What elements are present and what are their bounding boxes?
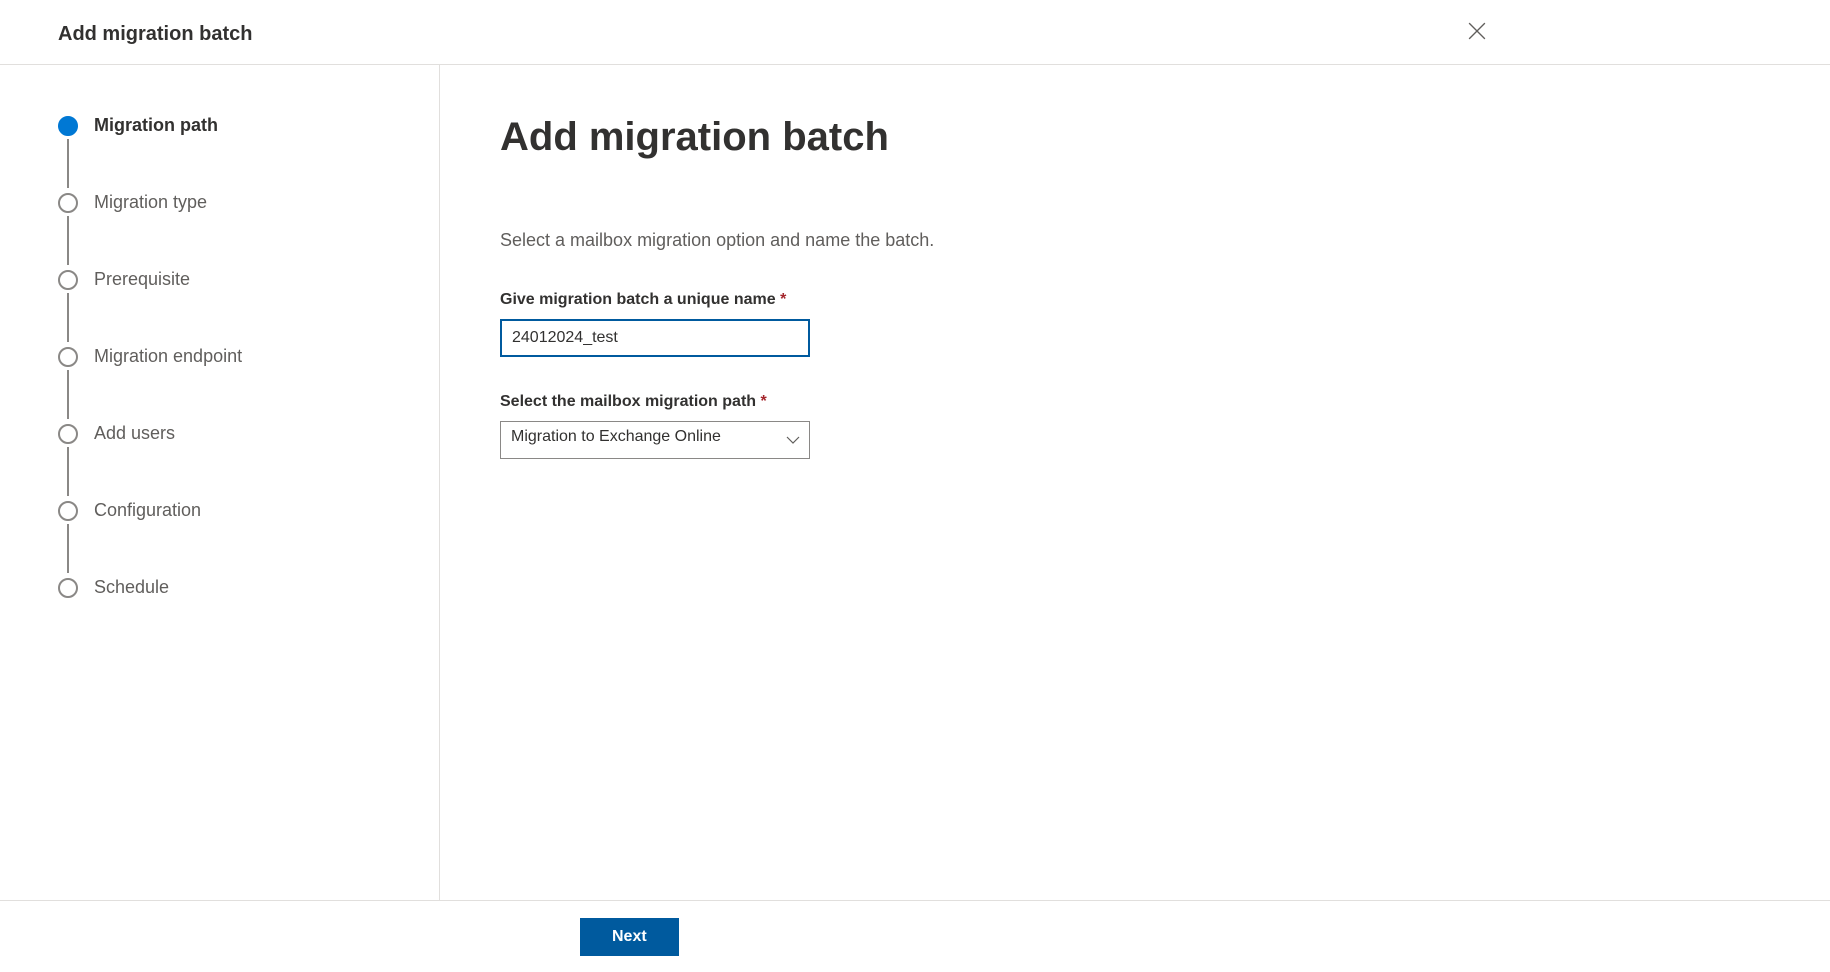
step-add-users[interactable]: Add users xyxy=(58,423,409,500)
dialog-footer: Next xyxy=(0,900,1830,972)
required-indicator: * xyxy=(780,291,786,308)
step-schedule[interactable]: Schedule xyxy=(58,577,409,598)
page-title: Add migration batch xyxy=(500,115,1770,160)
main-container: Migration path Migration type Prerequisi… xyxy=(0,65,1830,911)
required-indicator: * xyxy=(761,393,767,410)
step-label: Migration path xyxy=(94,115,218,136)
step-label: Schedule xyxy=(94,577,169,598)
step-indicator-icon xyxy=(58,578,78,598)
step-indicator-icon xyxy=(58,501,78,521)
label-text: Give migration batch a unique name xyxy=(500,291,776,308)
dialog-title: Add migration batch xyxy=(58,23,252,46)
migration-path-select-wrapper: Migration to Exchange Online xyxy=(500,421,810,459)
step-label: Migration endpoint xyxy=(94,346,242,367)
label-text: Select the mailbox migration path xyxy=(500,393,756,410)
step-migration-path[interactable]: Migration path xyxy=(58,115,409,192)
step-migration-type[interactable]: Migration type xyxy=(58,192,409,269)
step-indicator-icon xyxy=(58,424,78,444)
step-indicator-icon xyxy=(58,193,78,213)
page-description: Select a mailbox migration option and na… xyxy=(500,230,1770,251)
close-button[interactable] xyxy=(1462,16,1492,52)
step-indicator-icon xyxy=(58,270,78,290)
migration-path-label: Select the mailbox migration path * xyxy=(500,393,1770,411)
migration-path-group: Select the mailbox migration path * Migr… xyxy=(500,393,1770,459)
close-icon xyxy=(1468,22,1486,40)
wizard-steps-sidebar: Migration path Migration type Prerequisi… xyxy=(0,65,440,911)
step-indicator-icon xyxy=(58,116,78,136)
step-label: Configuration xyxy=(94,500,201,521)
content-area: Add migration batch Select a mailbox mig… xyxy=(440,65,1830,911)
step-label: Add users xyxy=(94,423,175,444)
step-prerequisite[interactable]: Prerequisite xyxy=(58,269,409,346)
next-button[interactable]: Next xyxy=(580,918,679,956)
step-label: Migration type xyxy=(94,192,207,213)
batch-name-input[interactable] xyxy=(500,319,810,357)
step-migration-endpoint[interactable]: Migration endpoint xyxy=(58,346,409,423)
batch-name-label: Give migration batch a unique name * xyxy=(500,291,1770,309)
migration-path-select[interactable]: Migration to Exchange Online xyxy=(500,421,810,459)
step-configuration[interactable]: Configuration xyxy=(58,500,409,577)
step-list: Migration path Migration type Prerequisi… xyxy=(58,115,409,598)
step-label: Prerequisite xyxy=(94,269,190,290)
step-indicator-icon xyxy=(58,347,78,367)
dialog-header: Add migration batch xyxy=(0,0,1830,65)
batch-name-group: Give migration batch a unique name * xyxy=(500,291,1770,357)
